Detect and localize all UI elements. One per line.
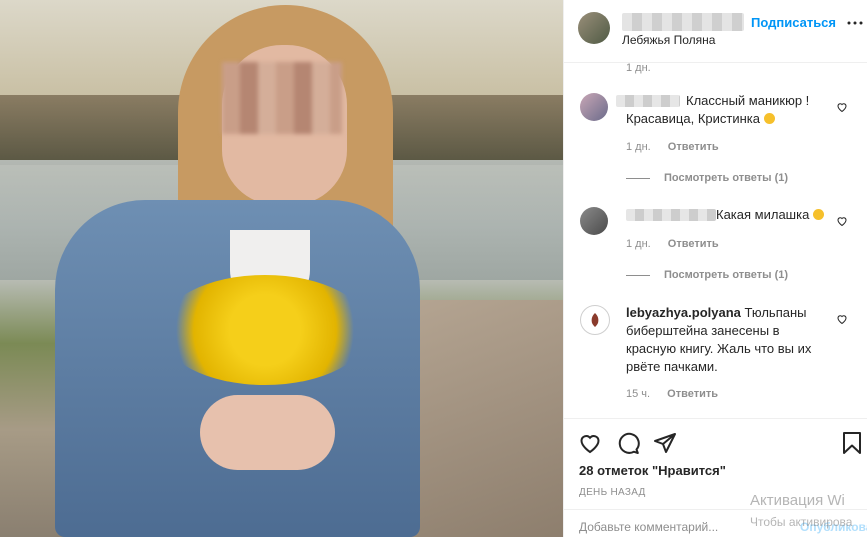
view-replies-button[interactable]: Посмотреть ответы (1) <box>626 172 788 184</box>
comment-time: 1 дн. <box>626 238 651 250</box>
smile-emoji-icon <box>812 209 824 220</box>
author-username-blurred[interactable] <box>622 13 744 31</box>
likes-count[interactable]: 28 отметок "Нравится" <box>579 463 726 478</box>
commenter-avatar[interactable] <box>580 93 608 121</box>
post-panel: Подписаться Лебяжья Поляна 1 дн. Классны… <box>563 0 867 537</box>
photo-hands <box>200 395 335 470</box>
heart-icon[interactable] <box>836 312 848 325</box>
comment-time: 1 дн. <box>626 62 651 74</box>
commenter-avatar[interactable] <box>580 305 610 335</box>
reply-button[interactable]: Ответить <box>668 238 719 250</box>
author-avatar[interactable] <box>578 12 610 44</box>
reply-button[interactable]: Ответить <box>667 388 718 400</box>
post-timestamp[interactable]: ДЕНЬ НАЗАД <box>579 487 646 498</box>
comment-meta: 15 ч. Ответить <box>626 388 732 400</box>
comment-text: lebyazhya.polyana Тюльпаны биберштейна з… <box>626 305 812 374</box>
comments-list: 1 дн. Классный маникюр ! Красавица, Крис… <box>564 62 867 418</box>
comment-meta: 1 дн. Ответить <box>626 238 733 250</box>
bookmark-icon[interactable] <box>840 431 864 455</box>
follow-button[interactable]: Подписаться <box>751 15 836 30</box>
commenter-name[interactable]: lebyazhya.polyana <box>626 305 741 320</box>
comment-icon[interactable] <box>616 431 640 455</box>
post-location[interactable]: Лебяжья Поляна <box>622 33 715 47</box>
comment-time: 1 дн. <box>626 141 651 153</box>
windows-activation-subtitle: Чтобы активирова <box>750 515 853 529</box>
comment-text: Классный маникюр ! Красавица, Кристинка <box>626 93 810 126</box>
share-icon[interactable] <box>653 431 677 455</box>
view-replies-button[interactable]: Посмотреть ответы (1) <box>626 269 788 281</box>
replies-line <box>626 177 650 179</box>
comment-input[interactable]: Добавьте комментарий... <box>579 520 718 534</box>
replies-line <box>626 274 650 276</box>
more-horizontal-icon[interactable] <box>846 14 864 37</box>
reply-button[interactable]: Ответить <box>668 141 719 153</box>
photo-face-blur <box>222 62 342 134</box>
heart-icon[interactable] <box>836 214 848 227</box>
heart-icon[interactable] <box>578 431 602 455</box>
post-photo[interactable] <box>0 0 563 537</box>
comment-time: 15 ч. <box>626 388 651 400</box>
comment-text: Какая милашка <box>626 206 831 224</box>
comment-meta: 1 дн. Ответить <box>626 141 733 153</box>
smile-emoji-icon <box>763 113 775 124</box>
heart-icon[interactable] <box>836 100 848 113</box>
commenter-avatar[interactable] <box>580 207 608 235</box>
windows-activation-title: Активация Wi <box>750 492 845 509</box>
photo-flowers <box>160 275 370 385</box>
post-header: Подписаться Лебяжья Поляна <box>564 0 867 63</box>
